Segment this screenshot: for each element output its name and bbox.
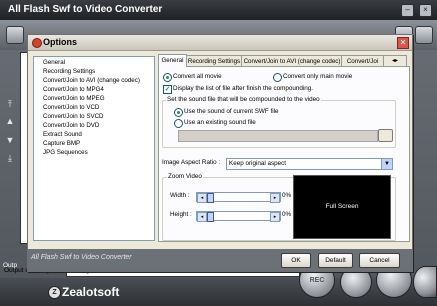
ok-button[interactable]: OK	[281, 253, 311, 268]
convert-all-radio[interactable]	[163, 73, 172, 82]
preview-label: Full Screen	[325, 203, 359, 210]
move-bottom-icon[interactable]: ⤓	[5, 153, 15, 163]
category-item-general[interactable]: General	[43, 59, 65, 66]
category-item-jpg-sequences[interactable]: JPG Sequences	[43, 149, 88, 156]
use-swf-sound-radio[interactable]	[174, 108, 183, 117]
options-dialog: Options ✕ General Recording Settings Con…	[27, 34, 413, 272]
convert-main-label: Convert only main movie	[283, 73, 353, 80]
width-increase-icon[interactable]: ▸	[270, 193, 280, 203]
height-increase-icon[interactable]: ▸	[270, 212, 280, 222]
options-icon	[32, 38, 42, 48]
sound-file-input[interactable]	[178, 130, 378, 142]
app-title: All Flash Swf to Video Converter	[8, 4, 163, 15]
use-existing-sound-label: Use an existing sound file	[184, 119, 256, 126]
add-file-icon[interactable]	[6, 26, 24, 44]
cancel-button[interactable]: Cancel	[359, 253, 400, 268]
dialog-titlebar: Options ✕	[28, 35, 412, 51]
sound-group-label: Set the sound file that will be compound…	[166, 96, 321, 103]
category-item-svcd[interactable]: Convert/Join to SVCD	[43, 113, 104, 120]
height-percent: 0%	[282, 211, 292, 218]
display-list-label: Display the list of file after finish th…	[173, 85, 314, 92]
category-item-mpg4[interactable]: Convert/Join to MPG4	[43, 86, 104, 93]
record-label: REC	[309, 276, 325, 284]
zoom-group-label: Zoom Video	[167, 173, 203, 180]
move-top-icon[interactable]: ⤒	[5, 99, 15, 109]
help-icon[interactable]	[415, 26, 433, 44]
convert-main-radio[interactable]	[273, 73, 282, 82]
default-button[interactable]: Default	[318, 253, 353, 268]
next-button[interactable]	[413, 266, 437, 298]
aspect-ratio-value: Keep original aspect	[229, 160, 287, 167]
height-label: Height :	[170, 211, 192, 218]
zealotsoft-logo-icon: Z	[48, 286, 61, 299]
category-list[interactable]: General Recording Settings Convert/Join …	[33, 56, 155, 241]
tab-general[interactable]: General	[158, 54, 187, 67]
minimize-button[interactable]: –	[401, 4, 414, 17]
brand-name: Zealotsoft	[62, 285, 120, 299]
category-item-extract-sound[interactable]: Extract Sound	[43, 131, 82, 138]
video-preview: Full Screen	[293, 175, 391, 239]
dialog-footer-text: All Flash Swf to Video Converter	[31, 254, 132, 261]
height-slider[interactable]: ◂ ▸	[196, 211, 281, 222]
use-swf-sound-label: Use the sound of current SWF file	[184, 108, 279, 115]
category-item-avi[interactable]: Convert/Join to AVI (change codec)	[43, 77, 140, 84]
app-titlebar: All Flash Swf to Video Converter – ×	[0, 0, 437, 20]
category-item-capture-bmp[interactable]: Capture BMP	[43, 140, 80, 147]
close-icon[interactable]: ✕	[397, 37, 409, 49]
width-label: Width :	[170, 192, 190, 199]
category-item-dvd[interactable]: Convert/Join to DVD	[43, 122, 99, 129]
category-item-recording-settings[interactable]: Recording Settings	[43, 68, 95, 75]
use-existing-sound-radio[interactable]	[174, 119, 183, 128]
aspect-ratio-select[interactable]: Keep original aspect ▼	[226, 158, 393, 170]
convert-all-label: Convert all movie	[173, 73, 222, 80]
move-down-icon[interactable]: ▼	[5, 135, 15, 145]
dialog-title: Options	[43, 37, 77, 47]
close-window-button[interactable]: ×	[419, 4, 432, 17]
category-item-mpeg[interactable]: Convert/Join to MPEG	[43, 95, 105, 102]
width-percent: 0%	[282, 192, 292, 199]
display-list-checkbox[interactable]: ✓	[163, 85, 172, 94]
height-slider-thumb[interactable]	[207, 212, 214, 222]
height-decrease-icon[interactable]: ◂	[197, 212, 207, 222]
chevron-down-icon[interactable]: ▼	[381, 159, 392, 169]
browse-sound-button[interactable]	[378, 129, 393, 142]
width-slider[interactable]: ◂ ▸	[196, 192, 281, 203]
category-item-vcd[interactable]: Convert/Join to VCD	[43, 104, 99, 111]
width-slider-thumb[interactable]	[207, 193, 214, 203]
move-up-icon[interactable]: ▲	[5, 116, 15, 126]
width-decrease-icon[interactable]: ◂	[197, 193, 207, 203]
aspect-ratio-label: Image Aspect Ratio :	[162, 159, 221, 166]
